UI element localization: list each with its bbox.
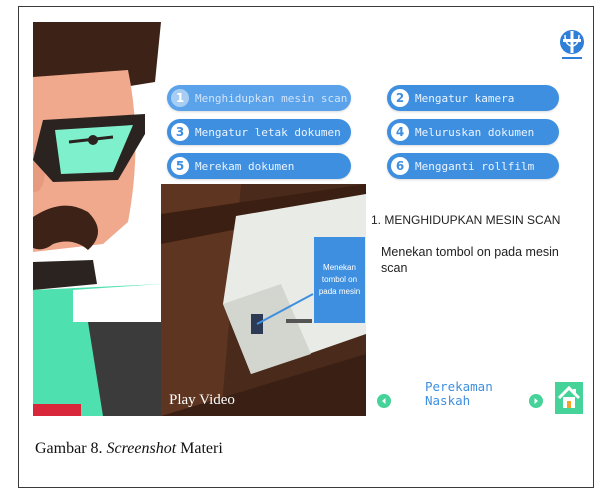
menu-item-number: 5 [171, 157, 189, 175]
video-caption-line: pada mesin [318, 287, 361, 296]
menu-item-1[interactable]: 1 Menghidupkan mesin scan [167, 85, 351, 111]
menu-item-label: Menghidupkan mesin scan [195, 91, 348, 105]
menu-item-5[interactable]: 5 Merekam dokumen [167, 153, 351, 179]
figure-frame: 1 Menghidupkan mesin scan 2 Mengatur kam… [18, 6, 594, 488]
menu-item-label: Meluruskan dokumen [415, 125, 535, 139]
caption-prefix: Gambar 8. [35, 440, 107, 457]
chevron-left-icon [382, 398, 386, 404]
video-caption-line: Menekan [323, 263, 356, 272]
prev-button[interactable] [377, 394, 391, 408]
institution-logo-icon [560, 30, 584, 59]
menu-item-label: Mengatur kamera [415, 91, 515, 105]
character-illustration [33, 22, 163, 416]
menu-item-label: Mengatur letak dokumen [195, 125, 341, 139]
menu-item-label: Mengganti rollfilm [415, 159, 535, 173]
menu-item-number: 6 [391, 157, 409, 175]
menu-item-number: 3 [171, 123, 189, 141]
menu-item-2[interactable]: 2 Mengatur kamera [387, 85, 559, 111]
caption-suffix: Materi [176, 440, 223, 457]
app-screen: 1 Menghidupkan mesin scan 2 Mengatur kam… [33, 22, 585, 416]
menu-item-6[interactable]: 6 Mengganti rollfilm [387, 153, 559, 179]
nav-label-line: Naskah [425, 393, 471, 408]
menu-item-4[interactable]: 4 Meluruskan dokumen [387, 119, 559, 145]
step-description: Menekan tombol on pada mesin scan [381, 245, 559, 275]
menu-item-label: Merekam dokumen [195, 159, 295, 173]
home-icon [557, 385, 581, 408]
caption-italic: Screenshot [106, 440, 177, 457]
home-button[interactable] [555, 382, 583, 414]
video-caption-box: Menekan tombol on pada mesin [314, 237, 365, 323]
menu-item-number: 4 [391, 123, 409, 141]
menu-item-3[interactable]: 3 Mengatur letak dokumen [167, 119, 351, 145]
video-caption-line: tombol on [321, 275, 358, 284]
menu-item-number: 1 [171, 89, 189, 107]
nav-label-line: Perekaman [425, 379, 493, 394]
figure-caption: Gambar 8. Screenshot Materi [35, 440, 223, 458]
step-title: 1. MENGHIDUPKAN MESIN SCAN [371, 213, 561, 227]
play-video-button[interactable]: Play Video [169, 392, 235, 409]
next-button[interactable] [529, 394, 543, 408]
menu-item-number: 2 [391, 89, 409, 107]
chevron-right-icon [534, 398, 538, 404]
nav-section-label: Perekaman Naskah [425, 380, 493, 408]
